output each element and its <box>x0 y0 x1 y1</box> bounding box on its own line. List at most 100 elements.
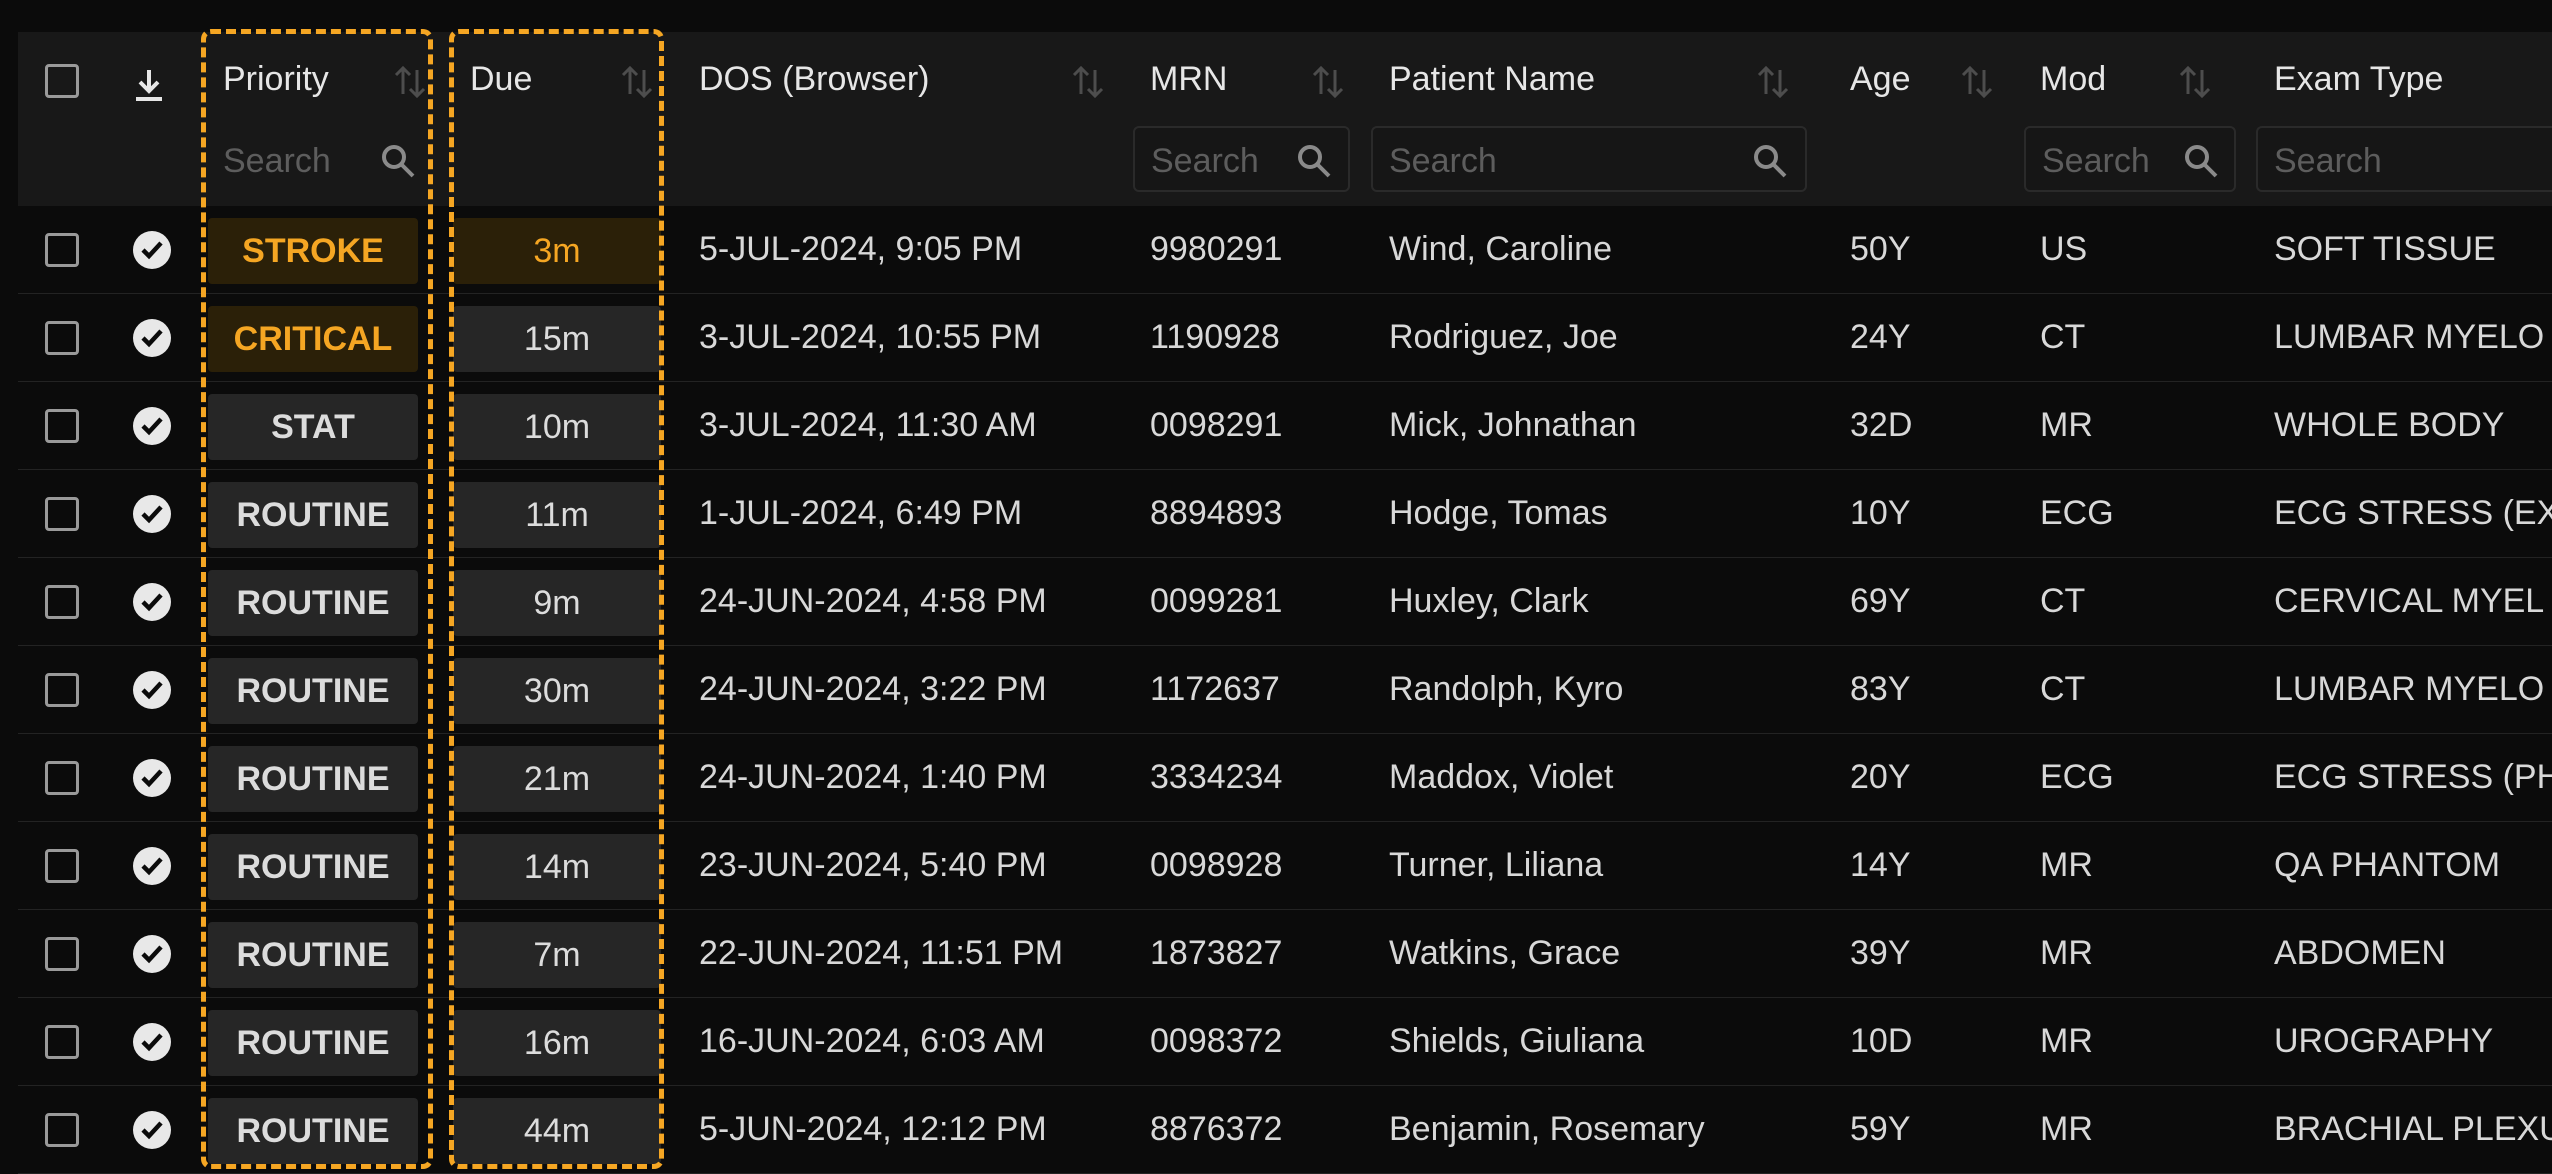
mod-cell: CT <box>2040 318 2086 356</box>
table-row[interactable]: STAT 10m 3-JUL-2024, 11:30 AM 0098291 Mick, … <box>18 382 2552 470</box>
due-badge: 16m <box>453 1010 661 1076</box>
age-cell: 69Y <box>1850 582 1911 620</box>
patient-name-cell: Turner, Liliana <box>1389 846 1604 884</box>
table-row[interactable]: CRITICAL 15m 3-JUL-2024, 10:55 PM 1190928 Ro… <box>18 294 2552 382</box>
row-checkbox[interactable] <box>45 585 79 619</box>
dos-cell: 23-JUN-2024, 5:40 PM <box>699 846 1047 884</box>
sort-icon[interactable] <box>393 62 427 102</box>
mod-cell: CT <box>2040 582 2086 620</box>
column-patient-name[interactable]: Patient Name Search <box>1371 32 1831 206</box>
mod-cell: MR <box>2040 406 2093 444</box>
mrn-cell: 0098291 <box>1150 406 1283 444</box>
column-age[interactable]: Age <box>1848 32 2038 206</box>
mrn-search-input[interactable]: Search <box>1133 126 1350 192</box>
table-row[interactable]: ROUTINE 30m 24-JUN-2024, 3:22 PM 1172637 Ran… <box>18 646 2552 734</box>
check-circle-icon <box>133 231 171 269</box>
mrn-cell: 0099281 <box>1150 582 1283 620</box>
download-icon[interactable] <box>132 66 166 106</box>
row-checkbox[interactable] <box>45 937 79 971</box>
column-mrn[interactable]: MRN Search <box>1133 32 1368 206</box>
search-placeholder: Search <box>223 142 331 180</box>
dos-cell: 24-JUN-2024, 4:58 PM <box>699 582 1047 620</box>
search-icon <box>1298 145 1331 178</box>
mrn-cell: 1172637 <box>1150 670 1280 708</box>
priority-badge: ROUTINE <box>208 746 418 812</box>
table-row[interactable]: ROUTINE 11m 1-JUL-2024, 6:49 PM 8894893 Hodg… <box>18 470 2552 558</box>
column-due[interactable]: Due <box>448 32 688 206</box>
row-checkbox[interactable] <box>45 761 79 795</box>
patient-name-cell: Wind, Caroline <box>1389 230 1612 268</box>
sort-icon[interactable] <box>1071 62 1105 102</box>
sort-icon[interactable] <box>620 62 654 102</box>
mod-search-input[interactable]: Search <box>2024 126 2236 192</box>
due-badge: 11m <box>453 482 661 548</box>
column-age-title: Age <box>1850 60 1911 98</box>
row-checkbox[interactable] <box>45 849 79 883</box>
row-checkbox[interactable] <box>45 497 79 531</box>
age-cell: 24Y <box>1850 318 1911 356</box>
mod-cell: MR <box>2040 1110 2093 1148</box>
select-all-checkbox[interactable] <box>45 64 79 98</box>
dos-cell: 3-JUL-2024, 11:30 AM <box>699 406 1037 444</box>
row-checkbox[interactable] <box>45 409 79 443</box>
check-circle-icon <box>133 583 171 621</box>
row-checkbox[interactable] <box>45 233 79 267</box>
due-badge: 15m <box>453 306 661 372</box>
dos-cell: 24-JUN-2024, 1:40 PM <box>699 758 1047 796</box>
column-priority-title: Priority <box>223 60 329 98</box>
mod-cell: ECG <box>2040 494 2114 532</box>
sort-icon[interactable] <box>1311 62 1345 102</box>
priority-badge: ROUTINE <box>208 658 418 724</box>
column-priority[interactable]: Priority Search <box>203 32 443 206</box>
patient-name-cell: Benjamin, Rosemary <box>1389 1110 1705 1148</box>
patient-name-search-input[interactable]: Search <box>1371 126 1807 192</box>
row-checkbox[interactable] <box>45 321 79 355</box>
sort-icon[interactable] <box>2178 62 2212 102</box>
table-row[interactable]: ROUTINE 16m 16-JUN-2024, 6:03 AM 0098372 Shi… <box>18 998 2552 1086</box>
priority-badge: ROUTINE <box>208 1010 418 1076</box>
mrn-cell: 0098928 <box>1150 846 1283 884</box>
mod-cell: MR <box>2040 934 2093 972</box>
table-row[interactable]: ROUTINE 14m 23-JUN-2024, 5:40 PM 0098928 Tur… <box>18 822 2552 910</box>
sort-icon[interactable] <box>1756 62 1790 102</box>
age-cell: 32D <box>1850 406 1913 444</box>
age-cell: 59Y <box>1850 1110 1911 1148</box>
due-badge: 3m <box>453 218 661 284</box>
table-row[interactable]: ROUTINE 44m 5-JUN-2024, 12:12 PM 8876372 Ben… <box>18 1086 2552 1174</box>
exam-type-cell: ABDOMEN <box>2274 934 2446 972</box>
search-placeholder: Search <box>2042 142 2150 180</box>
mod-cell: CT <box>2040 670 2086 708</box>
column-patient-name-title: Patient Name <box>1389 60 1595 98</box>
row-checkbox[interactable] <box>45 1025 79 1059</box>
search-placeholder: Search <box>1151 142 1259 180</box>
dos-cell: 3-JUL-2024, 10:55 PM <box>699 318 1042 356</box>
row-checkbox[interactable] <box>45 673 79 707</box>
column-exam-type-title: Exam Type <box>2274 60 2444 98</box>
column-exam-type[interactable]: Exam Type Search <box>2256 32 2552 206</box>
mrn-cell: 1190928 <box>1150 318 1280 356</box>
check-circle-icon <box>133 759 171 797</box>
mod-cell: MR <box>2040 846 2093 884</box>
column-dos[interactable]: DOS (Browser) <box>698 32 1148 206</box>
sort-icon[interactable] <box>1960 62 1994 102</box>
exam-type-cell: WHOLE BODY <box>2274 406 2505 444</box>
due-badge: 7m <box>453 922 661 988</box>
due-badge: 44m <box>453 1098 661 1164</box>
table-row[interactable]: ROUTINE 21m 24-JUN-2024, 1:40 PM 3334234 Mad… <box>18 734 2552 822</box>
exam-type-search-input[interactable]: Search <box>2256 126 2552 192</box>
dos-cell: 22-JUN-2024, 11:51 PM <box>699 934 1064 972</box>
row-checkbox[interactable] <box>45 1113 79 1147</box>
search-icon <box>1754 145 1787 178</box>
column-mod[interactable]: Mod Search <box>2022 32 2252 206</box>
table-header: Priority Search Due DOS (Browser) MRN Se… <box>18 32 2552 206</box>
mrn-cell: 8894893 <box>1150 494 1283 532</box>
priority-search-input[interactable]: Search <box>205 126 425 192</box>
table-row[interactable]: ROUTINE 9m 24-JUN-2024, 4:58 PM 0099281 Huxl… <box>18 558 2552 646</box>
table-row[interactable]: STROKE 3m 5-JUL-2024, 9:05 PM 9980291 Wind, … <box>18 206 2552 294</box>
table-row[interactable]: ROUTINE 7m 22-JUN-2024, 11:51 PM 1873827 Wat… <box>18 910 2552 998</box>
exam-type-cell: LUMBAR MYELO <box>2274 318 2545 356</box>
priority-badge: ROUTINE <box>208 482 418 548</box>
check-circle-icon <box>133 671 171 709</box>
mrn-cell: 0098372 <box>1150 1022 1283 1060</box>
exam-type-cell: BRACHIAL PLEXU <box>2274 1110 2552 1148</box>
